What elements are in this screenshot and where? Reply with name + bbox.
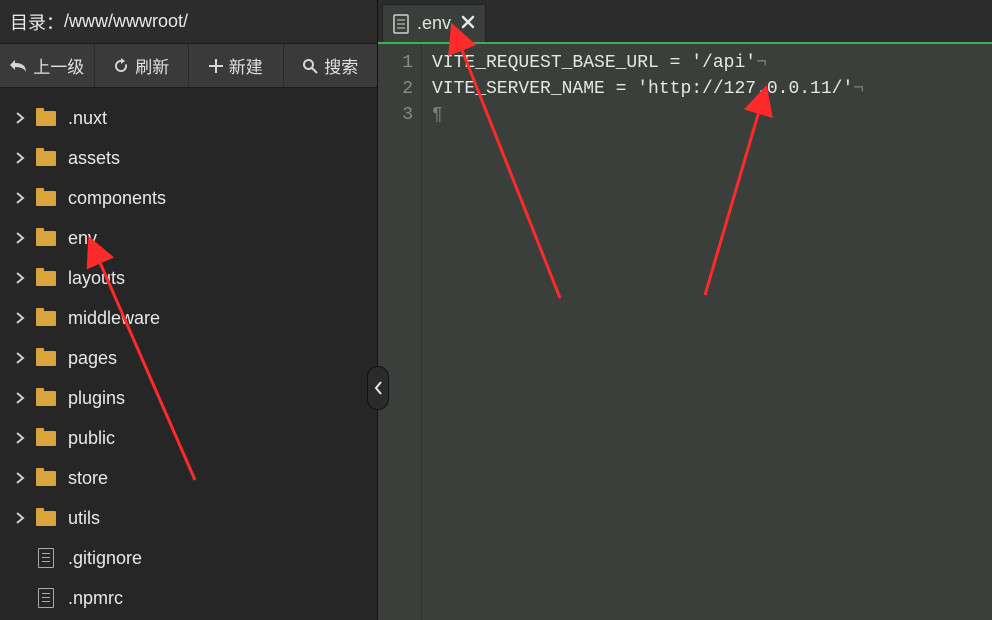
tree-item-label: .nuxt bbox=[68, 108, 377, 129]
tree-item-utils[interactable]: utils bbox=[0, 498, 377, 538]
folder-icon bbox=[32, 111, 60, 126]
chevron-left-icon bbox=[373, 380, 383, 396]
tree-item-public[interactable]: public bbox=[0, 418, 377, 458]
search-icon bbox=[302, 58, 318, 74]
tree-item-label: utils bbox=[68, 508, 377, 529]
tab-title: .env bbox=[417, 13, 451, 34]
chevron-right-icon bbox=[10, 311, 30, 325]
chevron-right-icon bbox=[10, 351, 30, 365]
tree-item-assets[interactable]: assets bbox=[0, 138, 377, 178]
tree-item-label: plugins bbox=[68, 388, 377, 409]
folder-icon bbox=[32, 271, 60, 286]
folder-icon bbox=[32, 391, 60, 406]
tree-item-dot-gitignore[interactable]: .gitignore bbox=[0, 538, 377, 578]
code-line: VITE_SERVER_NAME = 'http://127.0.0.11/'¬ bbox=[432, 76, 992, 102]
up-button[interactable]: 上一级 bbox=[0, 44, 95, 87]
tree-item-label: layouts bbox=[68, 268, 377, 289]
chevron-right-icon bbox=[10, 151, 30, 165]
line-number: 3 bbox=[378, 102, 413, 128]
chevron-right-icon bbox=[10, 271, 30, 285]
search-label: 搜索 bbox=[324, 53, 358, 78]
up-label: 上一级 bbox=[33, 53, 84, 78]
tree-item-env[interactable]: env bbox=[0, 218, 377, 258]
tree-item-store[interactable]: store bbox=[0, 458, 377, 498]
folder-icon bbox=[32, 511, 60, 526]
tree-item-label: components bbox=[68, 188, 377, 209]
reply-arrow-icon bbox=[9, 59, 27, 73]
tree-item-middleware[interactable]: middleware bbox=[0, 298, 377, 338]
chevron-right-icon bbox=[10, 431, 30, 445]
chevron-right-icon bbox=[10, 231, 30, 245]
refresh-label: 刷新 bbox=[135, 53, 169, 78]
close-icon[interactable] bbox=[461, 13, 475, 34]
file-tree[interactable]: .nuxt assets components env layouts middlewar… bbox=[0, 88, 377, 620]
line-number: 2 bbox=[378, 76, 413, 102]
file-icon bbox=[32, 548, 60, 568]
path-bar: 目录： /www/wwwroot/ bbox=[0, 0, 377, 44]
sidebar: 目录： /www/wwwroot/ 上一级 刷新 新建 bbox=[0, 0, 378, 620]
path-label: 目录： bbox=[10, 9, 64, 35]
tree-item-label: pages bbox=[68, 348, 377, 369]
plus-icon bbox=[209, 59, 223, 73]
tree-item-dot-nuxt[interactable]: .nuxt bbox=[0, 98, 377, 138]
path-value: /www/wwwroot/ bbox=[64, 11, 188, 32]
code-line: VITE_REQUEST_BASE_URL = '/api'¬ bbox=[432, 50, 992, 76]
search-button[interactable]: 搜索 bbox=[284, 44, 378, 87]
tree-item-label: public bbox=[68, 428, 377, 449]
tree-item-label: middleware bbox=[68, 308, 377, 329]
tree-item-dot-npmrc[interactable]: .npmrc bbox=[0, 578, 377, 618]
folder-icon bbox=[32, 351, 60, 366]
file-icon bbox=[32, 588, 60, 608]
code-line: ¶ bbox=[432, 102, 992, 128]
tab-env[interactable]: .env bbox=[382, 4, 486, 42]
tree-item-label: assets bbox=[68, 148, 377, 169]
chevron-right-icon bbox=[10, 111, 30, 125]
code-content[interactable]: VITE_REQUEST_BASE_URL = '/api'¬VITE_SERV… bbox=[422, 44, 992, 620]
folder-icon bbox=[32, 311, 60, 326]
editor: .env 123 VITE_REQUEST_BASE_URL = '/api'¬… bbox=[378, 0, 992, 620]
gutter: 123 bbox=[378, 44, 422, 620]
tree-item-plugins[interactable]: plugins bbox=[0, 378, 377, 418]
folder-icon bbox=[32, 471, 60, 486]
chevron-right-icon bbox=[10, 471, 30, 485]
refresh-button[interactable]: 刷新 bbox=[95, 44, 190, 87]
sidebar-toolbar: 上一级 刷新 新建 搜索 bbox=[0, 44, 377, 88]
tree-item-components[interactable]: components bbox=[0, 178, 377, 218]
folder-icon bbox=[32, 431, 60, 446]
code-area[interactable]: 123 VITE_REQUEST_BASE_URL = '/api'¬VITE_… bbox=[378, 44, 992, 620]
tree-item-label: .gitignore bbox=[68, 548, 377, 569]
create-button[interactable]: 新建 bbox=[189, 44, 284, 87]
tree-item-label: env bbox=[68, 228, 377, 249]
tree-item-label: .npmrc bbox=[68, 588, 377, 609]
tree-item-label: store bbox=[68, 468, 377, 489]
chevron-right-icon bbox=[10, 391, 30, 405]
tab-bar: .env bbox=[378, 0, 992, 44]
refresh-icon bbox=[113, 58, 129, 74]
create-label: 新建 bbox=[229, 53, 263, 78]
tree-item-pages[interactable]: pages bbox=[0, 338, 377, 378]
folder-icon bbox=[32, 231, 60, 246]
chevron-right-icon bbox=[10, 191, 30, 205]
collapse-handle[interactable] bbox=[367, 366, 389, 410]
folder-icon bbox=[32, 191, 60, 206]
file-icon bbox=[393, 14, 409, 34]
folder-icon bbox=[32, 151, 60, 166]
tree-item-layouts[interactable]: layouts bbox=[0, 258, 377, 298]
line-number: 1 bbox=[378, 50, 413, 76]
chevron-right-icon bbox=[10, 511, 30, 525]
